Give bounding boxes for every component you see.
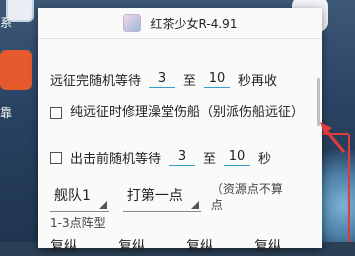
fleet-dropdown-value: 舰队1	[54, 187, 91, 204]
desktop-label-mid: 靠	[0, 106, 13, 120]
dialog-titlebar: 红茶少女R-4.91	[38, 8, 322, 39]
desktop-app-icon-red[interactable]	[0, 50, 32, 90]
repair-option-row[interactable]: 纯远征时修理澡堂伤船（别派伤船远征）	[50, 103, 310, 122]
expedition-wait-min-input[interactable]: 3	[149, 71, 176, 88]
app-logo-icon	[122, 14, 141, 32]
formation-dropdown-3[interactable]: 复纵	[186, 236, 214, 256]
repair-option-label: 纯远征时修理澡堂伤船（别派伤船远征）	[70, 105, 305, 120]
formation-dropdown-2[interactable]: 复纵	[118, 236, 146, 256]
formation-dropdown-4[interactable]: 复纵	[254, 236, 282, 256]
dialog-content: 远征完随机等待 3 至 10 秒再收 纯远征时修理澡堂伤船（别派伤船远征） 出击…	[38, 38, 322, 255]
formation-row: 复纵 复纵 复纵 复纵	[50, 236, 282, 256]
target-dropdown[interactable]: 打第一点	[122, 183, 201, 212]
target-dropdown-value: 打第一点	[126, 187, 183, 204]
sortie-wait-max-input[interactable]: 10	[224, 149, 251, 166]
resource-point-note: （资源点不算点	[210, 182, 283, 212]
sortie-wait-prefix: 出击前随机等待	[70, 152, 162, 167]
dialog-scrollbar[interactable]	[317, 78, 320, 126]
repair-option-checkbox[interactable]	[50, 107, 62, 119]
expedition-wait-max-input[interactable]: 10	[204, 71, 231, 88]
annotation-arrow-icon	[320, 122, 346, 153]
formation-section-label: 1-3点阵型	[50, 216, 106, 230]
fleet-dropdown[interactable]: 舰队1	[50, 183, 109, 212]
sortie-wait-row: 出击前随机等待 3 至 10 秒	[50, 148, 271, 167]
sortie-wait-to: 至	[203, 152, 217, 167]
dropdown-caret-icon	[190, 200, 199, 209]
formation-dropdown-1[interactable]: 复纵	[50, 236, 78, 256]
settings-dialog: 红茶少女R-4.91 远征完随机等待 3 至 10 秒再收 纯远征时修理澡堂伤船…	[38, 8, 322, 255]
sortie-wait-checkbox[interactable]	[50, 151, 62, 164]
expedition-wait-to: 至	[183, 74, 197, 89]
dialog-title: 红茶少女R-4.91	[150, 16, 238, 31]
expedition-wait-suffix: 秒再收	[238, 74, 278, 89]
desktop-label-top: 系	[0, 16, 13, 30]
fleet-target-row: 舰队1 打第一点 （资源点不算点	[50, 181, 291, 213]
expedition-wait-row: 远征完随机等待 3 至 10 秒再收	[50, 70, 277, 89]
sortie-wait-min-input[interactable]: 3	[169, 149, 196, 166]
dropdown-caret-icon	[98, 200, 107, 209]
expedition-wait-prefix: 远征完随机等待	[50, 74, 142, 89]
sortie-wait-suffix: 秒	[258, 152, 272, 167]
